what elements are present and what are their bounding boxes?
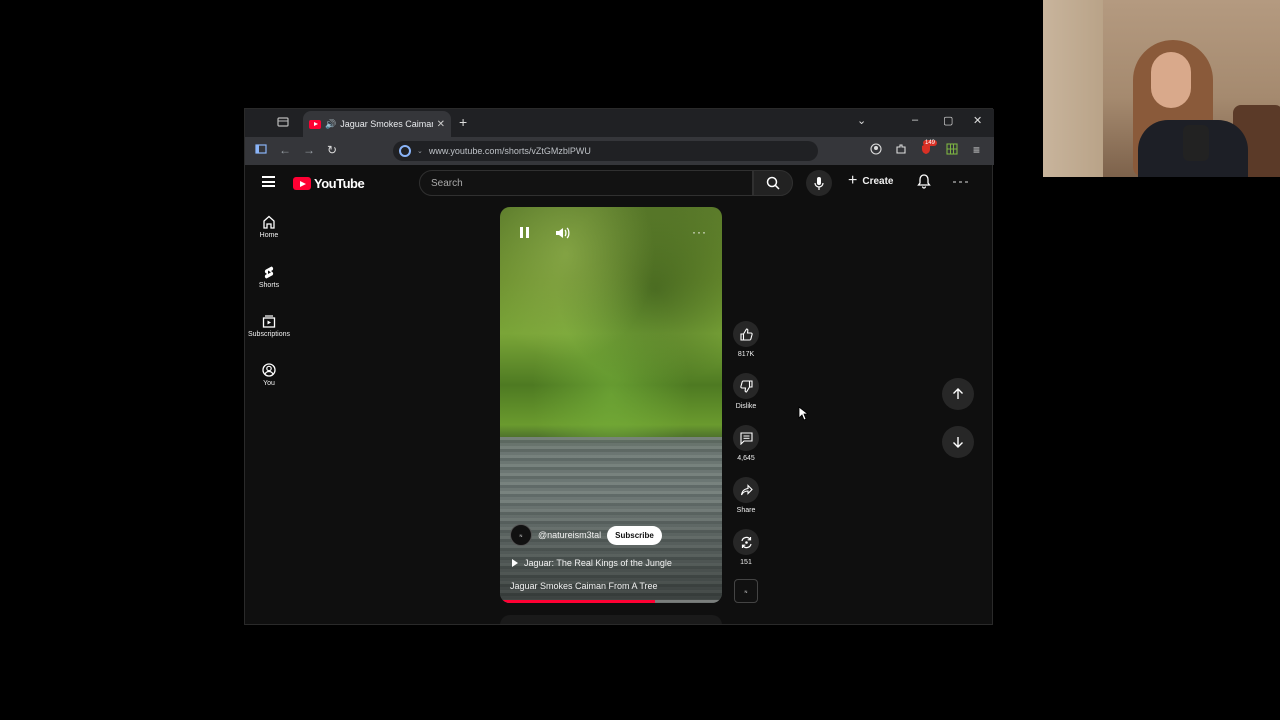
tab-close-icon[interactable]: ✕ xyxy=(437,119,445,130)
nav-item-shorts[interactable]: Shorts xyxy=(245,265,293,289)
avatar-loading-placeholder[interactable] xyxy=(953,181,971,183)
more-options-icon[interactable]: ··· xyxy=(692,225,707,239)
webcam-microphone xyxy=(1183,125,1209,161)
nav-label-shorts: Shorts xyxy=(258,282,280,289)
webcam-overlay xyxy=(1043,0,1280,177)
comments-button[interactable]: 4,645 xyxy=(732,425,760,462)
you-profile-icon xyxy=(262,363,276,377)
nav-item-you[interactable]: You xyxy=(245,363,293,387)
video-title[interactable]: Jaguar Smokes Caiman From A Tree xyxy=(510,581,658,591)
nav-item-subscriptions[interactable]: Subscriptions xyxy=(245,314,293,338)
close-window-button[interactable]: ✕ xyxy=(973,114,982,127)
playlist-link[interactable]: Jaguar: The Real Kings of the Jungle xyxy=(512,558,672,568)
channel-handle[interactable]: @natureism3tal xyxy=(538,530,601,540)
browser-tab-active[interactable]: 🔊 Jaguar Smokes Caiman Fro... ✕ xyxy=(303,111,451,137)
arrow-down-icon xyxy=(953,437,963,448)
tab-audio-icon[interactable]: 🔊 xyxy=(325,119,336,130)
screen: 🔊 Jaguar Smokes Caiman Fro... ✕ + ⌄ – ▢ … xyxy=(0,0,1280,720)
tab-bar: 🔊 Jaguar Smokes Caiman Fro... ✕ + ⌄ – ▢ … xyxy=(245,109,994,137)
youtube-logo-icon xyxy=(293,177,311,190)
like-count: 817K xyxy=(737,351,755,358)
youtube-favicon-icon xyxy=(309,119,321,129)
search-placeholder: Search xyxy=(431,178,463,189)
subscribe-button[interactable]: Subscribe xyxy=(607,525,662,545)
forward-button[interactable]: → xyxy=(303,143,315,157)
video-progress-fill xyxy=(500,600,656,603)
youtube-page: YouTube Search + Create Home Shorts Subs… xyxy=(245,165,992,624)
extension-badge: 149 xyxy=(923,140,938,146)
voice-search-button[interactable] xyxy=(806,170,832,196)
webcam-background-door xyxy=(1043,0,1103,177)
home-icon xyxy=(263,215,275,229)
video-progress-bar[interactable] xyxy=(500,600,722,603)
url-text[interactable]: www.youtube.com/shorts/vZtGMzblPWU xyxy=(429,146,591,156)
thumbs-down-icon xyxy=(739,379,753,393)
previous-short-button[interactable] xyxy=(942,378,974,410)
subscriptions-icon xyxy=(262,315,276,328)
extensions-puzzle-icon[interactable] xyxy=(895,143,907,158)
comment-count: 4,645 xyxy=(737,455,755,462)
dislike-label: Dislike xyxy=(735,403,757,410)
playlist-play-icon xyxy=(512,559,518,567)
audio-source-thumbnail[interactable]: N xyxy=(734,579,758,603)
pause-button[interactable] xyxy=(520,227,529,238)
dislike-button[interactable]: Dislike xyxy=(732,373,760,410)
remix-count: 151 xyxy=(740,559,752,566)
tab-actions-icon[interactable] xyxy=(277,116,291,130)
channel-row: N @natureism3tal Subscribe xyxy=(510,524,662,546)
video-frame-foliage xyxy=(500,207,722,442)
share-icon xyxy=(740,483,753,495)
volume-icon[interactable] xyxy=(555,226,571,245)
search-button[interactable] xyxy=(753,170,793,196)
remix-button[interactable]: 151 xyxy=(732,529,760,566)
notifications-bell-icon[interactable] xyxy=(917,174,931,194)
maximize-button[interactable]: ▢ xyxy=(943,114,953,127)
shorts-icon xyxy=(264,266,274,279)
share-button[interactable]: Share xyxy=(732,477,760,514)
tab-title: Jaguar Smokes Caiman Fro... xyxy=(340,119,432,129)
new-tab-button[interactable]: + xyxy=(459,114,467,130)
browser-toolbar: ← → ↻ ⌄ www.youtube.com/shorts/vZtGMzblP… xyxy=(245,137,994,165)
sidebar-toggle-icon[interactable] xyxy=(255,143,267,158)
mouse-cursor-icon xyxy=(798,406,808,421)
arrow-up-icon xyxy=(953,388,963,399)
remix-icon xyxy=(740,536,752,548)
nav-label-home: Home xyxy=(259,232,279,239)
browser-menu-icon[interactable]: ≡ xyxy=(973,143,980,157)
site-info-chevron-icon[interactable]: ⌄ xyxy=(417,147,423,155)
create-button[interactable]: + Create xyxy=(848,172,894,189)
playlist-title: Jaguar: The Real Kings of the Jungle xyxy=(524,558,672,568)
shorts-video-player[interactable]: ··· N @natureism3tal Subscribe Jaguar: T… xyxy=(500,207,722,603)
nav-label-subscriptions: Subscriptions xyxy=(247,331,291,338)
plus-icon: + xyxy=(848,172,858,189)
create-label: Create xyxy=(862,175,894,187)
search-icon xyxy=(766,176,780,190)
microphone-icon xyxy=(814,176,824,190)
share-label: Share xyxy=(736,507,756,514)
next-short-preview xyxy=(500,615,722,624)
back-button[interactable]: ← xyxy=(279,143,291,157)
comment-icon xyxy=(739,431,753,445)
extension-grid-icon[interactable] xyxy=(946,143,958,158)
webcam-person-face xyxy=(1151,52,1191,108)
search-input[interactable]: Search xyxy=(419,170,753,196)
profile-icon[interactable] xyxy=(870,143,882,158)
youtube-logo-text: YouTube xyxy=(314,176,365,191)
thumbs-up-icon xyxy=(739,327,753,341)
next-short-button[interactable] xyxy=(942,426,974,458)
minimize-button[interactable]: – xyxy=(912,114,918,126)
hamburger-menu-icon[interactable] xyxy=(262,176,275,187)
reload-button[interactable]: ↻ xyxy=(327,143,337,157)
youtube-logo[interactable]: YouTube xyxy=(293,176,365,191)
browser-window: 🔊 Jaguar Smokes Caiman Fro... ✕ + ⌄ – ▢ … xyxy=(244,108,994,625)
like-button[interactable]: 817K xyxy=(732,321,760,358)
address-bar[interactable]: ⌄ www.youtube.com/shorts/vZtGMzblPWU xyxy=(393,141,818,161)
tab-search-chevron-icon[interactable]: ⌄ xyxy=(857,114,866,127)
nav-item-home[interactable]: Home xyxy=(245,215,293,239)
nav-label-you: You xyxy=(263,380,275,387)
channel-avatar[interactable]: N xyxy=(510,524,532,546)
google-icon xyxy=(399,145,411,157)
